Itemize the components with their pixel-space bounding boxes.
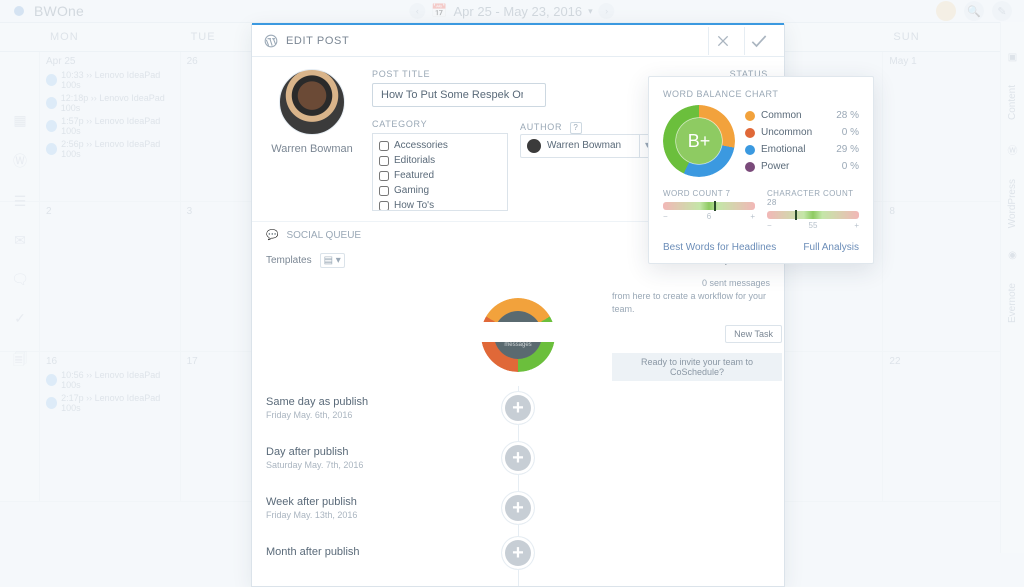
category-checkbox[interactable] [379,171,389,181]
author-name: Warren Bowman [266,143,358,155]
word-balance-title: WORD BALANCE CHART [663,89,859,99]
templates-label: Templates [266,255,312,266]
timeline-row: Week after publishFriday May. 13th, 2016… [266,486,770,536]
category-checkbox[interactable] [379,141,389,151]
timeline-row: Month after publish + [266,536,770,576]
messages-gauge: 0messages [481,298,555,372]
confirm-button[interactable] [744,27,772,55]
best-words-link[interactable]: Best Words for Headlines [663,242,776,253]
close-button[interactable] [708,27,736,55]
templates-toggle[interactable]: ▤ ▾ [320,253,345,268]
modal-title: EDIT POST [286,35,349,47]
new-task-button[interactable]: New Task [725,325,782,343]
add-message-button[interactable]: + [502,442,534,474]
add-message-button[interactable]: + [502,492,534,524]
social-timeline: Same day as publishFriday May. 6th, 2016… [252,386,784,586]
author-mini-avatar [527,139,541,153]
right-rail: ▣Content ⓌWordPress ◉Evernote [1000,22,1024,553]
task-panel: from here to create a workflow for your … [612,290,782,381]
post-title-input[interactable] [372,83,546,107]
social-queue-icon: 💬 [266,230,278,241]
timeline-row: Same day as publishFriday May. 6th, 2016… [266,386,770,436]
help-icon[interactable]: ? [570,122,582,134]
left-rail: ▦Ⓦ☰✉🗨✓🗐 [0,52,40,553]
category-checkbox[interactable] [379,186,389,196]
brand-title: BWOne [34,3,84,19]
grade-badge: B+ [676,118,722,164]
category-checkbox[interactable] [379,156,389,166]
social-queue-label: SOCIAL QUEUE [286,230,361,241]
char-count-bar [767,211,859,219]
word-balance-donut: B+ [663,105,735,177]
author-select[interactable]: Warren Bowman ▾ [520,134,656,158]
author-label: AUTHOR [520,122,562,132]
word-balance-legend: Common28 % Uncommon0 % Emotional29 % Pow… [745,110,859,172]
invite-banner[interactable]: Ready to invite your team to CoSchedule? [612,353,782,381]
headline-analyzer-popover: WORD BALANCE CHART B+ Common28 % Uncommo… [648,76,874,264]
add-message-button[interactable]: + [502,537,534,569]
date-range: Apr 25 - May 23, 2016 [454,4,583,19]
wordpress-icon [264,34,278,48]
full-analysis-link[interactable]: Full Analysis [803,242,859,253]
word-count-bar [663,202,755,210]
add-message-button[interactable]: + [502,392,534,424]
category-label: CATEGORY [372,119,508,129]
category-checkbox[interactable] [379,201,389,211]
timeline-row: Day after publishSaturday May. 7th, 2016… [266,436,770,486]
category-list[interactable]: Accessories Editorials Featured Gaming H… [372,133,508,211]
author-avatar [279,69,345,135]
